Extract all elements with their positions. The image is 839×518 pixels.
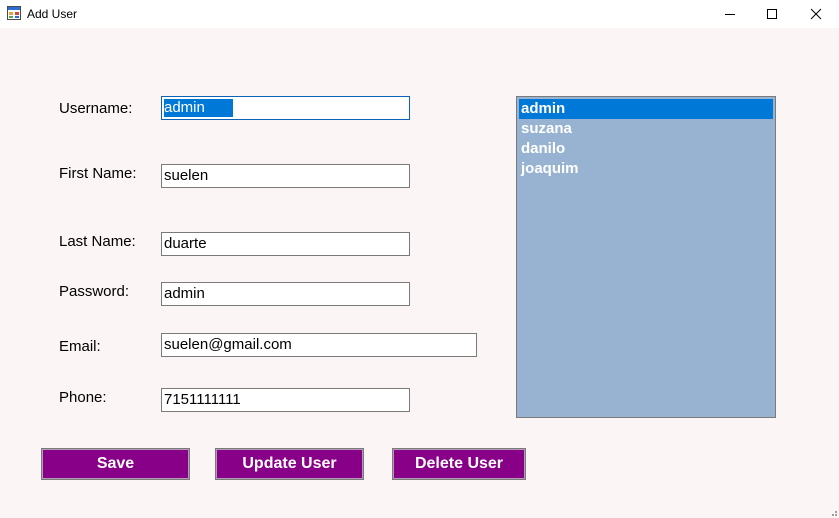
email-label: Email: (59, 338, 101, 355)
username-input[interactable]: admin (161, 96, 410, 120)
last-name-label: Last Name: (59, 233, 136, 250)
user-list-item-suzana[interactable]: suzana (519, 119, 773, 139)
email-value: suelen@gmail.com (164, 336, 292, 353)
delete-user-button[interactable]: Delete User (392, 448, 526, 480)
phone-value: 7151111111 (164, 391, 241, 408)
user-list-item-joaquim[interactable]: joaquim (519, 159, 773, 179)
title-bar[interactable]: Add User (0, 0, 839, 28)
phone-input[interactable]: 7151111111 (161, 388, 410, 412)
maximize-button[interactable] (749, 0, 795, 28)
user-list-item-danilo[interactable]: danilo (519, 139, 773, 159)
close-icon (810, 8, 822, 20)
first-name-label: First Name: (59, 165, 137, 182)
minimize-icon (725, 14, 735, 15)
password-label: Password: (59, 283, 130, 300)
email-input[interactable]: suelen@gmail.com (161, 333, 477, 357)
user-list-item-admin[interactable]: admin (519, 99, 773, 119)
window-title: Add User (27, 7, 78, 21)
username-label: Username: (59, 100, 133, 117)
password-value: admin (164, 285, 205, 302)
resize-grip-icon[interactable] (827, 506, 837, 516)
first-name-input[interactable]: suelen (161, 164, 410, 188)
password-input[interactable]: admin (161, 282, 410, 306)
add-user-window: Add User Username: First Name: Last Name… (0, 0, 839, 518)
update-user-button[interactable]: Update User (215, 448, 364, 480)
user-listbox[interactable]: admin suzana danilo joaquim (516, 96, 776, 418)
save-button[interactable]: Save (41, 448, 190, 480)
last-name-value: duarte (164, 235, 207, 252)
minimize-button[interactable] (707, 0, 753, 28)
username-value: admin (164, 99, 233, 117)
maximize-icon (767, 9, 777, 19)
last-name-input[interactable]: duarte (161, 232, 410, 256)
app-form-icon (7, 6, 21, 20)
close-button[interactable] (793, 0, 839, 28)
phone-label: Phone: (59, 389, 107, 406)
first-name-value: suelen (164, 167, 209, 184)
